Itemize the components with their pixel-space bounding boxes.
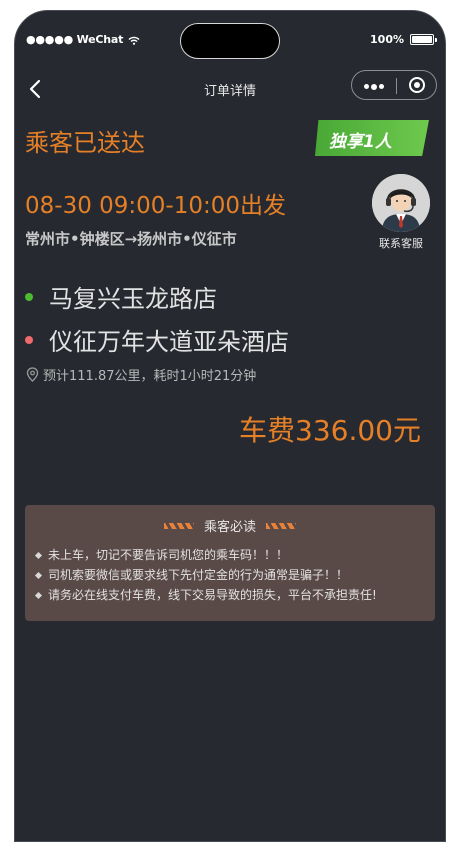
- dropoff-stop: 仪征万年大道亚朵酒店: [25, 322, 289, 357]
- pickup-dot-icon: [25, 292, 33, 301]
- carrier-text: ●●●●● WeChat: [26, 33, 124, 46]
- phone-frame: ●●●●● WeChat 100% 订单详情 乘客已送达 独享1人 08-30 …: [14, 10, 446, 842]
- carrier-label: ●●●●● WeChat: [26, 33, 140, 46]
- decor-stripe-left: [163, 522, 194, 529]
- notice-item: 司机索要微信或要求线下先付定金的行为通常是骗子！！: [34, 565, 377, 585]
- bullet-icon: [34, 551, 43, 559]
- dropoff-dot-icon: [25, 335, 33, 344]
- notice-header: 乘客必读: [25, 516, 435, 535]
- capsule-divider: [396, 78, 397, 94]
- close-target-icon[interactable]: [409, 77, 425, 93]
- route-cities: 常州市•钟楼区→扬州市•仪征市: [25, 230, 237, 248]
- miniprogram-capsule: [351, 70, 437, 100]
- notice-item: 请务必在线支付车费，线下交易导致的损失，平台不承担责任!: [34, 585, 377, 605]
- more-icon[interactable]: [364, 83, 386, 90]
- service-label: 联系客服: [379, 237, 423, 250]
- camera-island: [180, 23, 280, 59]
- pickup-name: 马复兴玉龙路店: [49, 285, 217, 313]
- customer-service-button[interactable]: 联系客服: [370, 174, 432, 251]
- notice-list: 未上车，切记不要告诉司机您的乘车码！！！ 司机索要微信或要求线下先付定金的行为通…: [34, 545, 377, 605]
- trip-estimate-text: 预计111.87公里，耗时1小时21分钟: [43, 369, 257, 384]
- nav-bar: 订单详情: [15, 69, 445, 109]
- ride-type-label: 独享1人: [329, 132, 392, 152]
- bullet-icon: [34, 591, 43, 599]
- ride-type-badge: 独享1人: [315, 120, 429, 156]
- passenger-notice: 乘客必读 未上车，切记不要告诉司机您的乘车码！！！ 司机索要微信或要求线下先付定…: [25, 505, 435, 621]
- battery-indicator: 100%: [370, 33, 437, 46]
- service-agent-icon: [372, 174, 430, 232]
- battery-icon: [410, 34, 434, 45]
- notice-title: 乘客必读: [203, 520, 256, 535]
- departure-time: 08-30 09:00-10:00出发: [25, 193, 287, 219]
- order-status: 乘客已送达: [25, 129, 145, 157]
- pickup-stop: 马复兴玉龙路店: [25, 279, 217, 314]
- battery-tip: [435, 37, 437, 42]
- wifi-icon: [128, 36, 140, 45]
- status-bar: ●●●●● WeChat 100%: [15, 11, 445, 69]
- battery-percent: 100%: [370, 33, 404, 46]
- decor-stripe-right: [266, 522, 296, 529]
- fare-amount: 车费336.00元: [239, 414, 421, 447]
- notice-item: 未上车，切记不要告诉司机您的乘车码！！！: [34, 545, 377, 565]
- trip-estimate: 预计111.87公里，耗时1小时21分钟: [26, 365, 256, 384]
- dropoff-name: 仪征万年大道亚朵酒店: [49, 328, 289, 356]
- location-pin-icon: [26, 367, 39, 382]
- bullet-icon: [34, 571, 43, 579]
